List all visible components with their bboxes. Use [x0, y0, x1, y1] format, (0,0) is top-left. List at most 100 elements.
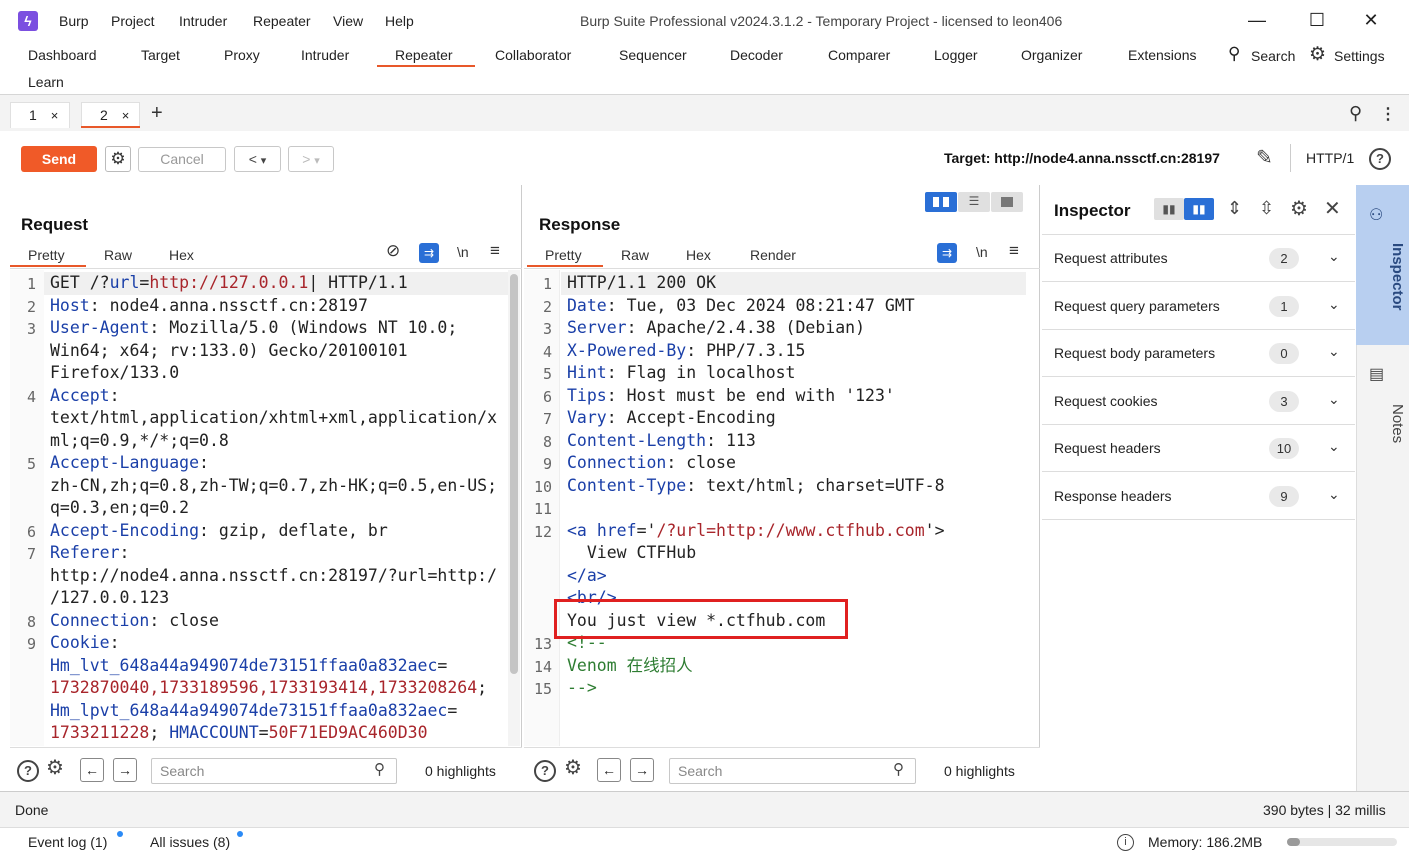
response-tab-render[interactable]: Render	[750, 247, 796, 263]
edit-target-pencil-icon[interactable]: ✎	[1256, 145, 1273, 170]
maximize-button[interactable]: ☐	[1302, 6, 1332, 34]
pretty-print-icon[interactable]: ⇉	[419, 243, 439, 263]
inspector-section-row[interactable]: Request body parameters 0 ⌄	[1042, 330, 1355, 377]
side-tab-notes[interactable]: ▤ Notes	[1356, 348, 1409, 458]
tab-sequencer[interactable]: Sequencer	[619, 47, 687, 63]
inspector-layout-right-icon[interactable]: ▮▮	[1184, 198, 1214, 220]
info-icon[interactable]: i	[1117, 834, 1134, 851]
repeater-tab-1[interactable]: 1 ×	[10, 102, 70, 128]
close-tab-icon[interactable]: ×	[51, 108, 59, 123]
response-tab-pretty[interactable]: Pretty	[545, 247, 582, 263]
history-forward-button[interactable]: > ▾	[288, 146, 334, 172]
hide-eye-icon[interactable]: ⊘	[386, 241, 400, 261]
layout-tabs-icon[interactable]	[991, 192, 1023, 212]
pretty-print-icon[interactable]: ⇉	[937, 243, 957, 263]
inspector-section-row[interactable]: Request query parameters 1 ⌄	[1042, 282, 1355, 330]
menu-burp[interactable]: Burp	[59, 13, 89, 29]
search-icon[interactable]: ⚲	[1228, 44, 1240, 64]
scrollbar-thumb[interactable]	[510, 274, 518, 674]
tab-extensions[interactable]: Extensions	[1128, 47, 1196, 63]
request-tab-hex[interactable]: Hex	[169, 247, 194, 263]
chevron-down-icon[interactable]: ⌄	[1328, 438, 1340, 455]
request-tab-pretty[interactable]: Pretty	[28, 247, 65, 263]
inspector-count-badge: 2	[1269, 248, 1299, 269]
expand-all-icon[interactable]: ⇕	[1227, 198, 1242, 219]
more-options-icon[interactable]: ⋮	[1380, 104, 1396, 124]
menu-hamburger-icon[interactable]: ≡	[490, 241, 500, 261]
chevron-down-icon[interactable]: ⌄	[1328, 486, 1340, 503]
newline-toggle-icon[interactable]: \n	[457, 244, 469, 260]
tab-target[interactable]: Target	[141, 47, 180, 63]
event-log-button[interactable]: Event log (1)	[28, 834, 107, 850]
cancel-button[interactable]: Cancel	[138, 147, 226, 172]
code-line: Content-Type: text/html; charset=UTF-8	[567, 475, 945, 498]
help-icon[interactable]: ?	[534, 760, 556, 782]
search-tabs-icon[interactable]: ⚲	[1349, 103, 1362, 124]
layout-stacked-icon[interactable]: ☰	[958, 192, 990, 212]
close-window-button[interactable]: ✕	[1356, 6, 1386, 34]
previous-match-button[interactable]: ←	[80, 758, 104, 782]
settings-button[interactable]: Settings	[1334, 48, 1385, 64]
menu-intruder[interactable]: Intruder	[179, 13, 227, 29]
send-button[interactable]: Send	[21, 146, 97, 172]
close-icon[interactable]: ✕	[1324, 196, 1341, 221]
inspector-icon: ⚇	[1369, 207, 1384, 224]
tab-learn[interactable]: Learn	[28, 74, 64, 90]
menu-hamburger-icon[interactable]: ≡	[1009, 241, 1019, 261]
http-version-toggle[interactable]: HTTP/1	[1306, 150, 1354, 166]
tab-decoder[interactable]: Decoder	[730, 47, 783, 63]
settings-gear-icon[interactable]: ⚙	[46, 755, 64, 780]
settings-gear-icon[interactable]: ⚙	[564, 755, 582, 780]
chevron-down-icon[interactable]: ⌄	[1328, 248, 1340, 265]
line-number: 6	[542, 387, 552, 406]
collapse-all-icon[interactable]: ⇳	[1259, 198, 1274, 219]
next-match-button[interactable]: →	[113, 758, 137, 782]
title-bar: ϟ Burp Project Intruder Repeater View He…	[0, 0, 1409, 42]
tab-dashboard[interactable]: Dashboard	[28, 47, 97, 63]
response-search-input[interactable]: Search	[669, 758, 916, 784]
repeater-tab-2[interactable]: 2 ×	[81, 102, 140, 128]
tab-logger[interactable]: Logger	[934, 47, 978, 63]
menu-view[interactable]: View	[333, 13, 363, 29]
inspector-section-row[interactable]: Request cookies 3 ⌄	[1042, 377, 1355, 425]
request-search-input[interactable]: Search	[151, 758, 397, 784]
chevron-down-icon[interactable]: ⌄	[1328, 296, 1340, 313]
minimize-button[interactable]: —	[1242, 6, 1272, 34]
inspector-section-row[interactable]: Request attributes 2 ⌄	[1042, 235, 1355, 282]
inspector-section-row[interactable]: Response headers 9 ⌄	[1042, 472, 1355, 520]
response-tab-raw[interactable]: Raw	[621, 247, 649, 263]
menu-help[interactable]: Help	[385, 13, 414, 29]
side-tab-inspector[interactable]: ⚇ Inspector	[1356, 185, 1409, 345]
previous-match-button[interactable]: ←	[597, 758, 621, 782]
history-back-button[interactable]: < ▾	[234, 146, 281, 172]
inspector-settings-gear-icon[interactable]: ⚙	[1290, 196, 1308, 221]
add-tab-button[interactable]: +	[151, 102, 163, 125]
request-tab-raw[interactable]: Raw	[104, 247, 132, 263]
layout-side-by-side-icon[interactable]	[925, 192, 957, 212]
menu-project[interactable]: Project	[111, 13, 155, 29]
send-settings-gear-icon[interactable]: ⚙	[105, 146, 131, 172]
code-token: =	[258, 723, 269, 742]
next-match-button[interactable]: →	[630, 758, 654, 782]
newline-toggle-icon[interactable]: \n	[976, 244, 988, 260]
inspector-layout-left-icon[interactable]: ▮▮	[1154, 198, 1184, 220]
tab-collaborator[interactable]: Collaborator	[495, 47, 571, 63]
tab-comparer[interactable]: Comparer	[828, 47, 890, 63]
all-issues-button[interactable]: All issues (8)	[150, 834, 230, 850]
tab-intruder[interactable]: Intruder	[301, 47, 349, 63]
chevron-down-icon[interactable]: ⌄	[1328, 391, 1340, 408]
menu-repeater[interactable]: Repeater	[253, 13, 311, 29]
code-token: Host	[50, 295, 90, 315]
chevron-down-icon[interactable]: ⌄	[1328, 343, 1340, 360]
inspector-section-row[interactable]: Request headers 10 ⌄	[1042, 425, 1355, 472]
close-tab-icon[interactable]: ×	[122, 108, 130, 123]
tab-organizer[interactable]: Organizer	[1021, 47, 1082, 63]
settings-gear-icon[interactable]: ⚙	[1309, 43, 1326, 66]
help-icon[interactable]: ?	[1369, 148, 1391, 170]
tab-proxy[interactable]: Proxy	[224, 47, 260, 63]
request-scrollbar[interactable]	[508, 270, 520, 746]
help-icon[interactable]: ?	[17, 760, 39, 782]
response-tab-hex[interactable]: Hex	[686, 247, 711, 263]
tab-repeater[interactable]: Repeater	[395, 47, 453, 63]
global-search-button[interactable]: Search	[1251, 48, 1295, 64]
